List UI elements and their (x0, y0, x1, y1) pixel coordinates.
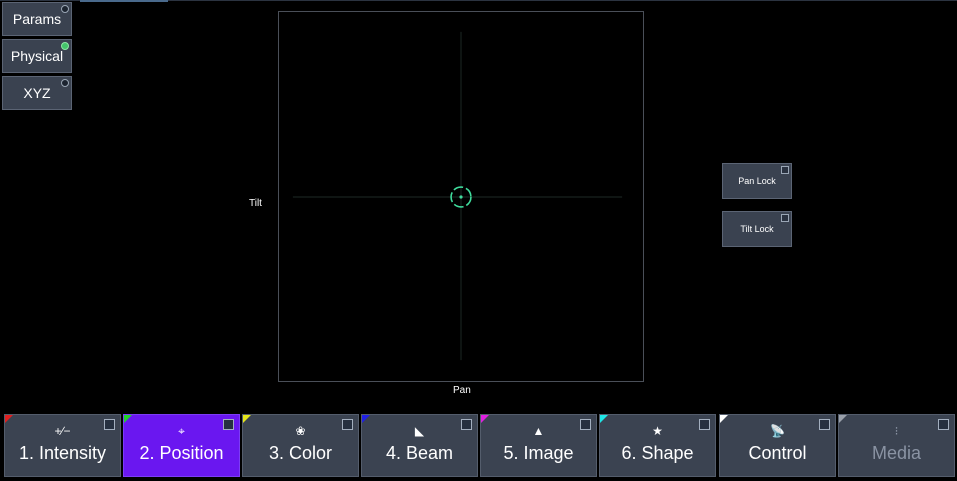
shape-color-marker (600, 415, 608, 423)
params-indicator (61, 5, 69, 13)
xyz-button[interactable]: XYZ (2, 76, 72, 110)
control-color-marker (720, 415, 728, 423)
tab-position-label: 2. Position (139, 443, 224, 463)
params-label: Params (12, 11, 62, 27)
image-color-marker (481, 415, 489, 423)
tab-media-label: Media (871, 443, 922, 463)
tab-shape[interactable]: ★ 6. Shape (599, 414, 716, 477)
pan-lock-checkbox (781, 166, 789, 174)
tab-control-label: Control (748, 443, 807, 463)
xyz-label: XYZ (23, 85, 51, 101)
physical-button[interactable]: Physical (2, 39, 72, 73)
tilt-lock-button[interactable]: Tilt Lock (722, 211, 792, 247)
shape-icon: ★ (652, 424, 663, 438)
media-icon: ⁝ (894, 424, 899, 438)
xyz-indicator (61, 79, 69, 87)
media-color-marker (839, 415, 847, 423)
tab-color[interactable]: ❀ 3. Color (242, 414, 359, 477)
tilt-lock-checkbox (781, 214, 789, 222)
tab-color-label: 3. Color (268, 443, 333, 463)
color-color-marker (243, 415, 251, 423)
tab-media[interactable]: ⁝ Media (838, 414, 955, 477)
pan-axis-label: Pan (453, 385, 471, 396)
image-icon: ▲ (532, 424, 545, 438)
top-border-accent (80, 0, 168, 2)
tilt-lock-label: Tilt Lock (740, 224, 774, 234)
physical-indicator (61, 42, 69, 50)
intensity-icon: +∕− (54, 424, 71, 438)
position-color-marker (124, 415, 132, 423)
tab-shape-label: 6. Shape (621, 443, 694, 463)
pan-tilt-grid (292, 31, 623, 361)
physical-label: Physical (10, 48, 64, 64)
color-icon: ❀ (295, 424, 306, 438)
intensity-color-marker (5, 415, 13, 423)
tab-image-label: 5. Image (503, 443, 574, 463)
beam-icon: ◣ (414, 424, 425, 438)
tab-image[interactable]: ▲ 5. Image (480, 414, 597, 477)
tab-beam-label: 4. Beam (385, 443, 454, 463)
pan-lock-label: Pan Lock (738, 176, 776, 186)
tab-control[interactable]: 📡 Control (719, 414, 836, 477)
tilt-axis-label: Tilt (249, 198, 262, 209)
attribute-tab-bar: +∕− 1. Intensity ⌖ 2. Position ❀ 3. Colo… (0, 412, 957, 481)
position-icon: ⌖ (178, 424, 185, 438)
tab-beam[interactable]: ◣ 4. Beam (361, 414, 478, 477)
control-icon: 📡 (770, 424, 785, 438)
pan-tilt-pad[interactable] (278, 11, 644, 382)
tab-intensity-label: 1. Intensity (18, 443, 107, 463)
tab-position[interactable]: ⌖ 2. Position (123, 414, 240, 477)
pan-lock-button[interactable]: Pan Lock (722, 163, 792, 199)
beam-color-marker (362, 415, 370, 423)
tab-intensity[interactable]: +∕− 1. Intensity (4, 414, 121, 477)
params-button[interactable]: Params (2, 2, 72, 36)
